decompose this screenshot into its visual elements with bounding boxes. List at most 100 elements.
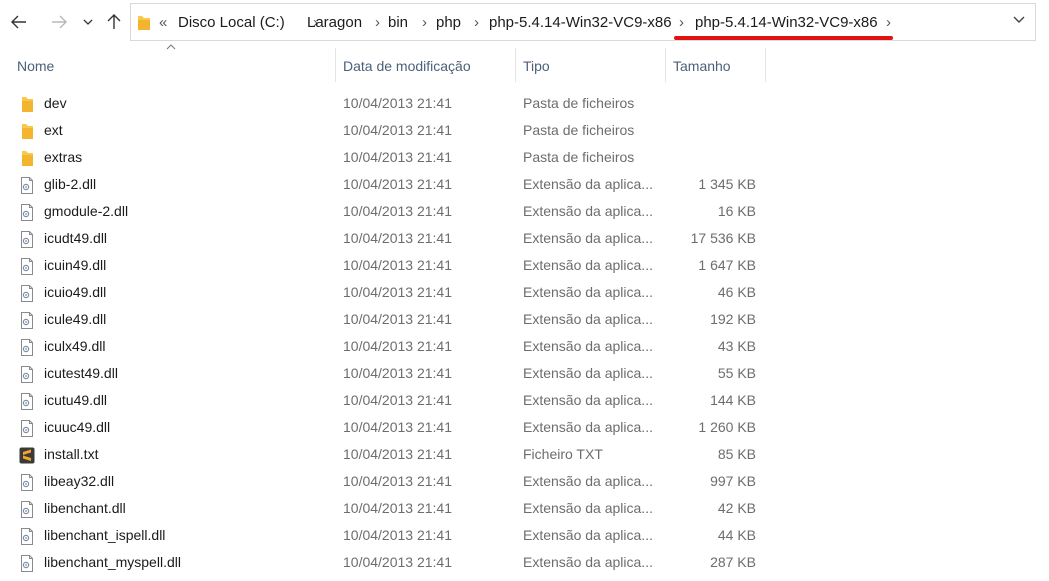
file-size: 144 KB — [710, 392, 756, 408]
file-type: Extensão da aplica... — [523, 392, 653, 408]
file-name: icuin49.dll — [44, 257, 107, 273]
file-size: 85 KB — [717, 446, 756, 462]
folder-icon — [19, 95, 35, 112]
file-row[interactable]: icutest49.dll 10/04/2013 21:41 Extensão da… — [0, 360, 1049, 387]
column-header-size[interactable]: Tamanho — [673, 50, 731, 82]
breadcrumb-item[interactable]: Disco Local (C:) — [178, 14, 285, 31]
file-date: 10/04/2013 21:41 — [343, 392, 452, 408]
file-type: Extensão da aplica... — [523, 176, 653, 192]
up-button[interactable] — [104, 8, 124, 36]
file-size: 997 KB — [710, 473, 756, 489]
breadcrumb-item[interactable]: php — [436, 14, 461, 31]
file-row[interactable]: icudt49.dll 10/04/2013 21:41 Extensão da a… — [0, 225, 1049, 252]
breadcrumb-item[interactable]: Laragon — [307, 14, 362, 31]
file-type: Ficheiro TXT — [523, 446, 603, 462]
file-type: Extensão da aplica... — [523, 527, 653, 543]
file-date: 10/04/2013 21:41 — [343, 284, 452, 300]
dll-file-icon — [19, 419, 35, 437]
file-date: 10/04/2013 21:41 — [343, 203, 452, 219]
file-type: Extensão da aplica... — [523, 311, 653, 327]
folder-icon — [19, 149, 35, 166]
breadcrumb-chevron-icon[interactable]: › — [375, 14, 380, 31]
file-name: libenchant_myspell.dll — [44, 554, 181, 570]
file-name: extras — [44, 149, 83, 165]
recent-locations-button[interactable] — [80, 8, 96, 36]
file-row[interactable]: ext 10/04/2013 21:41 Pasta de ficheiros — [0, 117, 1049, 144]
file-row[interactable]: libenchant_ispell.dll 10/04/2013 21:41 Ext… — [0, 522, 1049, 549]
file-type: Extensão da aplica... — [523, 257, 653, 273]
file-row[interactable]: install.txt 10/04/2013 21:41 Ficheiro TXT 8… — [0, 441, 1049, 468]
file-row[interactable]: icule49.dll 10/04/2013 21:41 Extensão da a… — [0, 306, 1049, 333]
file-name: ext — [44, 122, 63, 138]
file-size: 1 260 KB — [698, 419, 756, 435]
file-size: 287 KB — [710, 554, 756, 570]
address-bar[interactable]: « Disco Local (C:) › Laragon › bin › php… — [130, 3, 1036, 41]
file-type: Pasta de ficheiros — [523, 95, 635, 111]
breadcrumb-chevron-icon[interactable]: › — [474, 14, 479, 31]
file-name: icuio49.dll — [44, 284, 107, 300]
breadcrumb-item-current[interactable]: php-5.4.14-Win32-VC9-x86 — [695, 14, 878, 31]
file-name: icutu49.dll — [44, 392, 108, 408]
breadcrumb-overflow[interactable]: « — [159, 14, 167, 31]
sort-ascending-icon — [166, 44, 176, 50]
dll-file-icon — [19, 473, 35, 491]
breadcrumb-chevron-icon[interactable]: › — [422, 14, 427, 31]
column-divider[interactable] — [515, 48, 516, 82]
file-row[interactable]: icuio49.dll 10/04/2013 21:41 Extensão da a… — [0, 279, 1049, 306]
file-date: 10/04/2013 21:41 — [343, 473, 452, 489]
file-size: 55 KB — [717, 365, 756, 381]
file-date: 10/04/2013 21:41 — [343, 500, 452, 516]
file-row[interactable]: iculx49.dll 10/04/2013 21:41 Extensão da a… — [0, 333, 1049, 360]
file-row[interactable]: libenchant_myspell.dll 10/04/2013 21:41 Ex… — [0, 549, 1049, 576]
forward-button[interactable] — [48, 8, 70, 36]
file-row[interactable]: icutu49.dll 10/04/2013 21:41 Extensão da a… — [0, 387, 1049, 414]
arrow-up-icon — [107, 14, 121, 29]
dll-file-icon — [19, 392, 35, 410]
file-date: 10/04/2013 21:41 — [343, 230, 452, 246]
column-header-type[interactable]: Tipo — [523, 50, 550, 82]
file-date: 10/04/2013 21:41 — [343, 527, 452, 543]
dll-file-icon — [19, 338, 35, 356]
file-row[interactable]: libeay32.dll 10/04/2013 21:41 Extensão da … — [0, 468, 1049, 495]
dll-file-icon — [19, 527, 35, 545]
dll-file-icon — [19, 257, 35, 275]
dll-file-icon — [19, 284, 35, 302]
arrow-left-icon — [11, 15, 26, 29]
column-header-date[interactable]: Data de modificação — [343, 50, 471, 82]
file-name: icule49.dll — [44, 311, 107, 327]
file-name: dev — [44, 95, 67, 111]
file-date: 10/04/2013 21:41 — [343, 311, 452, 327]
file-date: 10/04/2013 21:41 — [343, 122, 452, 138]
breadcrumb-chevron-icon[interactable]: › — [679, 14, 684, 31]
column-divider[interactable] — [765, 48, 766, 82]
file-row[interactable]: icuin49.dll 10/04/2013 21:41 Extensão da a… — [0, 252, 1049, 279]
file-row[interactable]: libenchant.dll 10/04/2013 21:41 Extensão d… — [0, 495, 1049, 522]
file-name: icudt49.dll — [44, 230, 108, 246]
file-date: 10/04/2013 21:41 — [343, 149, 452, 165]
folder-icon — [19, 122, 35, 139]
column-divider[interactable] — [665, 48, 666, 82]
breadcrumb-item[interactable]: bin — [388, 14, 408, 31]
file-row[interactable]: gmodule-2.dll 10/04/2013 21:41 Extensão da… — [0, 198, 1049, 225]
breadcrumb-chevron-icon[interactable]: › — [886, 14, 891, 31]
file-row[interactable]: glib-2.dll 10/04/2013 21:41 Extensão da ap… — [0, 171, 1049, 198]
file-row[interactable]: icuuc49.dll 10/04/2013 21:41 Extensão da a… — [0, 414, 1049, 441]
file-type: Pasta de ficheiros — [523, 122, 635, 138]
column-header-name[interactable]: Nome — [17, 50, 54, 82]
dll-file-icon — [19, 500, 35, 518]
file-row[interactable]: extras 10/04/2013 21:41 Pasta de ficheiros — [0, 144, 1049, 171]
file-size: 1 345 KB — [698, 176, 756, 192]
sublime-text-file-icon — [19, 446, 35, 464]
column-divider[interactable] — [335, 48, 336, 82]
file-size: 1 647 KB — [698, 257, 756, 273]
breadcrumb-item[interactable]: php-5.4.14-Win32-VC9-x86 — [489, 14, 672, 31]
file-date: 10/04/2013 21:41 — [343, 419, 452, 435]
file-size: 44 KB — [717, 527, 756, 543]
file-date: 10/04/2013 21:41 — [343, 365, 452, 381]
file-size: 192 KB — [710, 311, 756, 327]
address-history-dropdown-icon[interactable] — [1013, 16, 1025, 24]
file-type: Extensão da aplica... — [523, 500, 653, 516]
back-button[interactable] — [8, 8, 30, 36]
file-date: 10/04/2013 21:41 — [343, 554, 452, 570]
file-row[interactable]: dev 10/04/2013 21:41 Pasta de ficheiros — [0, 90, 1049, 117]
